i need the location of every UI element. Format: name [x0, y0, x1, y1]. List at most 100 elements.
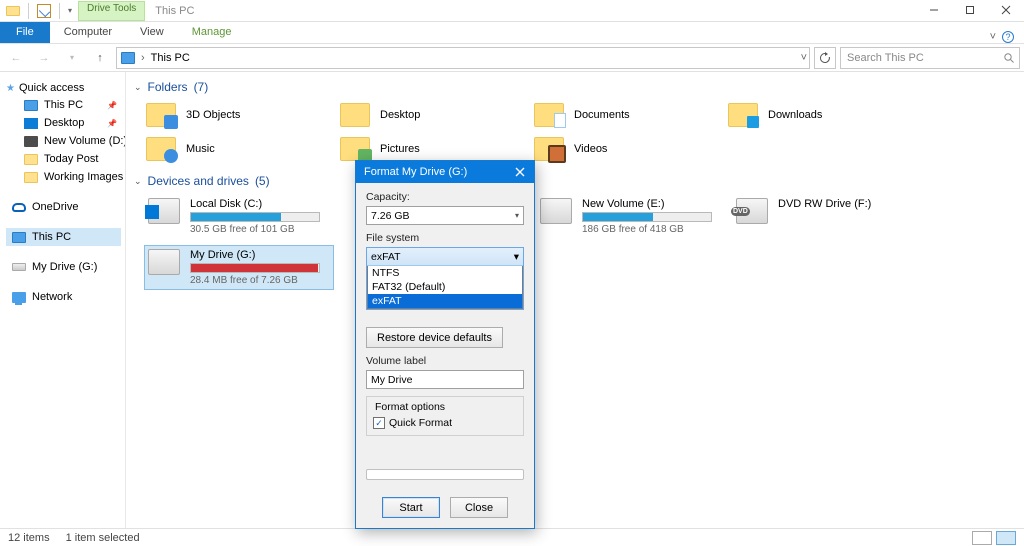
forward-button[interactable]: →	[32, 46, 56, 70]
drive-label: My Drive (G:)	[190, 249, 320, 261]
qat-properties-icon[interactable]	[35, 2, 53, 20]
group-label: Devices and drives	[148, 174, 249, 188]
filesystem-option-exfat[interactable]: exFAT	[368, 294, 522, 308]
capacity-label: Capacity:	[366, 191, 524, 203]
quick-format-checkbox[interactable]: ✓	[373, 417, 385, 429]
chevron-right-icon: ›	[139, 52, 147, 64]
drive-tile-selected[interactable]: My Drive (G:)28.4 MB free of 7.26 GB	[144, 245, 334, 290]
format-progress-bar	[366, 469, 524, 480]
status-bar: 12 items 1 item selected	[0, 528, 1024, 546]
view-details-button[interactable]	[972, 531, 992, 545]
drive-tile[interactable]: Local Disk (C:) 30.5 GB free of 101 GB	[144, 194, 334, 239]
nav-item-working-images[interactable]: Working Images	[6, 168, 121, 186]
status-item-count: 12 items	[8, 532, 50, 544]
filesystem-option-fat32[interactable]: FAT32 (Default)	[368, 280, 522, 294]
close-button[interactable]	[988, 0, 1024, 20]
status-selected-count: 1 item selected	[66, 532, 140, 544]
cloud-icon	[12, 203, 26, 212]
drive-icon	[148, 198, 180, 224]
drive-label: Local Disk (C:)	[190, 198, 320, 210]
back-button[interactable]: ←	[4, 46, 28, 70]
folder-label: Music	[186, 143, 215, 155]
items-view: ⌄ Folders (7) 3D Objects Desktop Documents…	[126, 72, 1024, 528]
nav-item-my-drive[interactable]: My Drive (G:)	[6, 258, 121, 276]
free-space-label: 30.5 GB free of 101 GB	[190, 224, 320, 235]
qat-dropdown-icon[interactable]: ▾	[66, 6, 74, 15]
address-bar[interactable]: › This PC ˅	[116, 47, 810, 69]
ribbon-tab-file[interactable]: File	[0, 21, 50, 43]
quick-access-toolbar: ▾	[0, 2, 78, 20]
folder-label: Pictures	[380, 143, 420, 155]
nav-item-desktop[interactable]: Desktop📌	[6, 114, 121, 132]
volume-label-input[interactable]	[366, 370, 524, 389]
minimize-button[interactable]	[916, 0, 952, 20]
folder-icon	[534, 137, 564, 161]
filesystem-dropdown-list: NTFS FAT32 (Default) exFAT	[367, 266, 523, 309]
refresh-button[interactable]	[814, 47, 836, 69]
maximize-button[interactable]	[952, 0, 988, 20]
chevron-down-icon: ▾	[515, 211, 519, 220]
folder-label: Desktop	[380, 109, 420, 121]
ribbon-tab-computer[interactable]: Computer	[50, 21, 126, 43]
nav-item-today-post[interactable]: Today Post	[6, 150, 121, 168]
network-icon	[12, 292, 26, 303]
nav-item-onedrive[interactable]: OneDrive	[6, 198, 121, 216]
nav-item-this-pc[interactable]: This PC📌	[6, 96, 121, 114]
dialog-titlebar[interactable]: Format My Drive (G:)	[356, 161, 534, 183]
folder-downloads[interactable]: Downloads	[726, 100, 916, 130]
folder-label: Downloads	[768, 109, 822, 121]
capacity-bar	[190, 212, 320, 222]
folder-label: Videos	[574, 143, 607, 155]
drive-tile[interactable]: New Volume (E:) 186 GB free of 418 GB	[536, 194, 726, 239]
folder-3d-objects[interactable]: 3D Objects	[144, 100, 334, 130]
volume-label-label: Volume label	[366, 355, 524, 367]
filesystem-selected: exFAT	[371, 251, 401, 263]
drive-icon	[540, 198, 572, 224]
drive-label: New Volume (E:)	[582, 198, 712, 210]
free-space-label: 186 GB free of 418 GB	[582, 224, 712, 235]
folder-icon	[340, 103, 370, 127]
filesystem-option-ntfs[interactable]: NTFS	[368, 266, 522, 280]
chevron-down-icon: ▾	[514, 251, 519, 263]
ribbon-tab-view[interactable]: View	[126, 21, 178, 43]
dialog-title: Format My Drive (G:)	[364, 166, 467, 178]
search-input[interactable]: Search This PC	[840, 47, 1020, 69]
app-icon	[4, 2, 22, 20]
folder-label: 3D Objects	[186, 109, 240, 121]
group-count: (5)	[255, 174, 270, 188]
nav-item-new-volume[interactable]: New Volume (D:)	[6, 132, 121, 150]
close-button[interactable]: Close	[450, 497, 508, 518]
filesystem-label: File system	[366, 232, 524, 244]
capacity-value: 7.26 GB	[371, 210, 410, 222]
recent-locations-button[interactable]: ▾	[60, 46, 84, 70]
ribbon-tab-manage[interactable]: Manage	[178, 21, 246, 43]
view-tiles-button[interactable]	[996, 531, 1016, 545]
folder-desktop[interactable]: Desktop	[338, 100, 528, 130]
quick-access-header[interactable]: ★ Quick access	[6, 80, 121, 96]
start-button[interactable]: Start	[382, 497, 440, 518]
filesystem-select[interactable]: exFAT ▾ NTFS FAT32 (Default) exFAT	[366, 247, 524, 310]
group-count: (7)	[194, 80, 209, 94]
dialog-close-button[interactable]	[506, 161, 534, 183]
help-icon[interactable]: ?	[1002, 31, 1014, 43]
folder-icon	[146, 103, 176, 127]
restore-defaults-button[interactable]: Restore device defaults	[366, 327, 503, 348]
pin-icon: 📌	[107, 101, 117, 110]
group-header-devices[interactable]: ⌄ Devices and drives (5)	[134, 170, 1016, 192]
nav-item-this-pc-tree[interactable]: This PC	[6, 228, 121, 246]
folder-music[interactable]: Music	[144, 134, 334, 164]
ribbon-expand-icon[interactable]: ˅	[990, 31, 996, 43]
capacity-select[interactable]: 7.26 GB ▾	[366, 206, 524, 225]
address-dropdown-icon[interactable]: ˅	[801, 52, 807, 64]
folder-documents[interactable]: Documents	[532, 100, 722, 130]
folder-videos[interactable]: Videos	[532, 134, 722, 164]
folder-icon	[728, 103, 758, 127]
drive-label: DVD RW Drive (F:)	[778, 198, 871, 210]
group-label: Folders	[148, 80, 188, 94]
up-button[interactable]: ↑	[88, 46, 112, 70]
folder-icon	[340, 137, 370, 161]
drive-tile[interactable]: DVD RW Drive (F:)	[732, 194, 922, 239]
format-options-label: Format options	[373, 401, 447, 413]
nav-item-network[interactable]: Network	[6, 288, 121, 306]
group-header-folders[interactable]: ⌄ Folders (7)	[134, 76, 1016, 98]
